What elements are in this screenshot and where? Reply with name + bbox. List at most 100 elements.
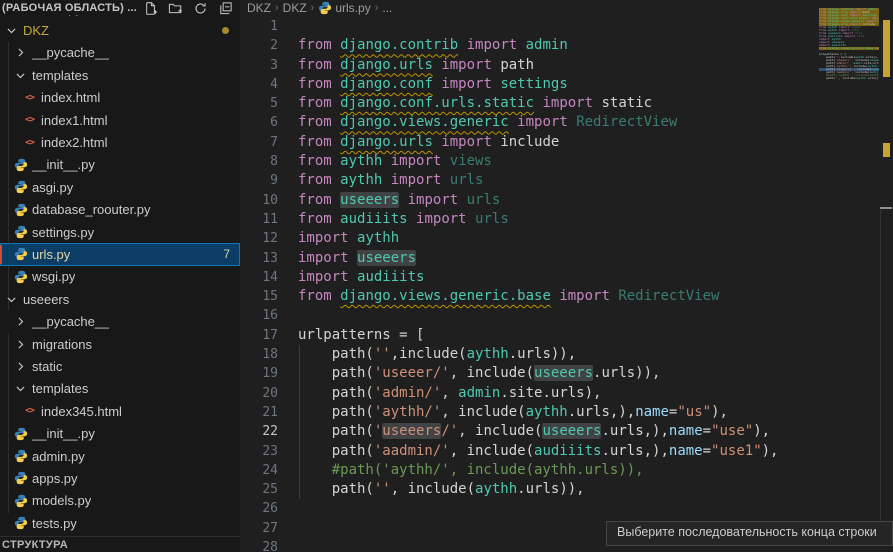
new-folder-icon — [168, 1, 183, 16]
tree-item--pycache-[interactable]: __pycache__ — [0, 310, 240, 332]
tree-item-migrations[interactable]: migrations — [0, 333, 240, 355]
html-file-icon: <> — [25, 93, 34, 103]
vscode-window: views.pyDKZ__pycache__templates<>index.h… — [0, 0, 893, 552]
tree-item-label: apps.py — [32, 471, 78, 486]
breadcrumb-separator: › — [274, 2, 280, 14]
tree-item-label: asgi.py — [32, 180, 73, 195]
code-line[interactable]: 10from useeers import urls — [240, 191, 879, 210]
line-number: 16 — [240, 306, 278, 325]
code-line[interactable]: 13import useeers — [240, 249, 879, 268]
tree-item-index1-html[interactable]: <>index1.html — [0, 109, 240, 131]
breadcrumb-item[interactable]: ... — [382, 1, 392, 15]
code-line[interactable]: 6from django.views.generic import Redire… — [240, 113, 879, 132]
bracket-indent-guide — [299, 345, 300, 499]
refresh-icon — [193, 1, 208, 16]
outline-section-header[interactable]: СТРУКТУРА — [0, 536, 240, 552]
code-line[interactable]: 15from django.views.generic.base import … — [240, 287, 879, 306]
tree-item-wsgi-py[interactable]: wsgi.py — [0, 266, 240, 288]
tree-item-admin-py[interactable]: admin.py — [0, 445, 240, 467]
tree-item-label: index345.html — [41, 404, 122, 419]
line-number: 18 — [240, 345, 278, 364]
code-line[interactable]: 25 path('', include(aythh.urls)), — [240, 480, 879, 499]
code-line[interactable]: 26 — [240, 499, 879, 518]
code-line[interactable]: 3from django.urls import path — [240, 56, 879, 75]
line-number: 13 — [240, 249, 278, 268]
code-line[interactable]: 1 — [240, 17, 879, 36]
problems-dot-badge — [222, 27, 229, 34]
breadcrumb-item-label: ... — [382, 1, 392, 15]
tree-item-database-roouter-py[interactable]: database_roouter.py — [0, 199, 240, 221]
tree-item-urls-py[interactable]: urls.py7 — [0, 243, 240, 265]
minimap[interactable]: from django.contrib import adminfrom dja… — [819, 0, 879, 552]
code-line[interactable]: 22 path('useeers/', include(useeers.urls… — [240, 422, 879, 441]
code-line[interactable]: 21 path('aythh/', include(aythh.urls,),n… — [240, 403, 879, 422]
tree-item-asgi-py[interactable]: asgi.py — [0, 176, 240, 198]
new-folder-button[interactable] — [167, 0, 183, 16]
chevron-down-icon — [5, 24, 18, 37]
line-number: 1 — [240, 17, 278, 36]
code-line[interactable]: 2from django.contrib import admin — [240, 36, 879, 55]
tree-item--init-py[interactable]: __init__.py — [0, 154, 240, 176]
breadcrumb-item[interactable]: urls.py — [318, 1, 370, 15]
code-line[interactable]: 19 path('useeer/', include(useeers.urls)… — [240, 364, 879, 383]
tree-item--init-py[interactable]: __init__.py — [0, 422, 240, 444]
code-line[interactable]: 20 path('admin/', admin.site.urls), — [240, 384, 879, 403]
scrollbar-track-line — [880, 210, 881, 546]
breadcrumb-item[interactable]: DKZ — [283, 1, 307, 15]
chevron-down-icon — [5, 293, 18, 306]
chevron-right-icon — [14, 338, 27, 351]
line-number: 7 — [240, 133, 278, 152]
tree-item-label: __pycache__ — [32, 314, 109, 329]
code-line[interactable]: 23 path('aadmin/', include(audiiits.urls… — [240, 442, 879, 461]
line-number: 22 — [240, 422, 278, 441]
code-line[interactable]: 11from audiiits import urls — [240, 210, 879, 229]
line-number: 2 — [240, 36, 278, 55]
chevron-right-icon — [14, 46, 27, 59]
python-icon — [14, 225, 28, 239]
python-icon — [14, 158, 28, 172]
python-icon — [14, 203, 28, 217]
tree-item-apps-py[interactable]: apps.py — [0, 467, 240, 489]
breadcrumb-item-label: DKZ — [283, 1, 307, 15]
code-line[interactable]: 12import aythh — [240, 229, 879, 248]
tree-item-index345-html[interactable]: <>index345.html — [0, 400, 240, 422]
code-line[interactable]: 7from django.urls import include — [240, 133, 879, 152]
python-icon — [14, 494, 28, 508]
tree-item-templates[interactable]: templates — [0, 378, 240, 400]
tree-item-useeers[interactable]: useeers — [0, 288, 240, 310]
tree-item-dkz[interactable]: DKZ — [0, 19, 240, 41]
breadcrumb-item-label: urls.py — [335, 1, 370, 15]
tree-item--pycache-[interactable]: __pycache__ — [0, 42, 240, 64]
refresh-button[interactable] — [192, 0, 208, 16]
collapse-folders-button[interactable] — [217, 0, 233, 16]
explorer-section-header: (РАБОЧАЯ ОБЛАСТЬ) ... — [0, 0, 240, 15]
outline-section-label: СТРУКТУРА — [2, 539, 68, 551]
tree-item-label: __init__.py — [32, 157, 95, 172]
tree-item-static[interactable]: static — [0, 355, 240, 377]
breadcrumb-separator: › — [374, 2, 380, 14]
code-line[interactable]: 16 — [240, 306, 879, 325]
new-file-button[interactable] — [142, 0, 158, 16]
overview-ruler[interactable] — [879, 0, 893, 552]
tree-item-index-html[interactable]: <>index.html — [0, 87, 240, 109]
breadcrumb-item[interactable]: DKZ — [247, 1, 271, 15]
code-line[interactable]: 18 path('',include(aythh.urls)), — [240, 345, 879, 364]
tree-item-settings-py[interactable]: settings.py — [0, 221, 240, 243]
tree-item-tests-py[interactable]: tests.py — [0, 512, 240, 534]
tree-item-templates[interactable]: templates — [0, 64, 240, 86]
python-icon — [14, 427, 28, 441]
tree-item-index2-html[interactable]: <>index2.html — [0, 131, 240, 153]
code-line[interactable]: 9from aythh import urls — [240, 171, 879, 190]
tree-item-label: migrations — [32, 337, 92, 352]
line-number: 20 — [240, 384, 278, 403]
code-line[interactable]: 5from django.conf.urls.static import sta… — [240, 94, 879, 113]
code-line[interactable]: 24 #path('aythh/', include(aythh.urls)), — [240, 461, 879, 480]
tree-item-models-py[interactable]: models.py — [0, 490, 240, 512]
code-area[interactable]: 12from django.contrib import admin3from … — [240, 17, 879, 552]
code-line[interactable]: 4from django.conf import settings — [240, 75, 879, 94]
line-number: 12 — [240, 229, 278, 248]
code-line[interactable]: 17urlpatterns = [ — [240, 326, 879, 345]
python-icon — [14, 471, 28, 485]
code-line[interactable]: 8from aythh import views — [240, 152, 879, 171]
code-line[interactable]: 14import audiiits — [240, 268, 879, 287]
